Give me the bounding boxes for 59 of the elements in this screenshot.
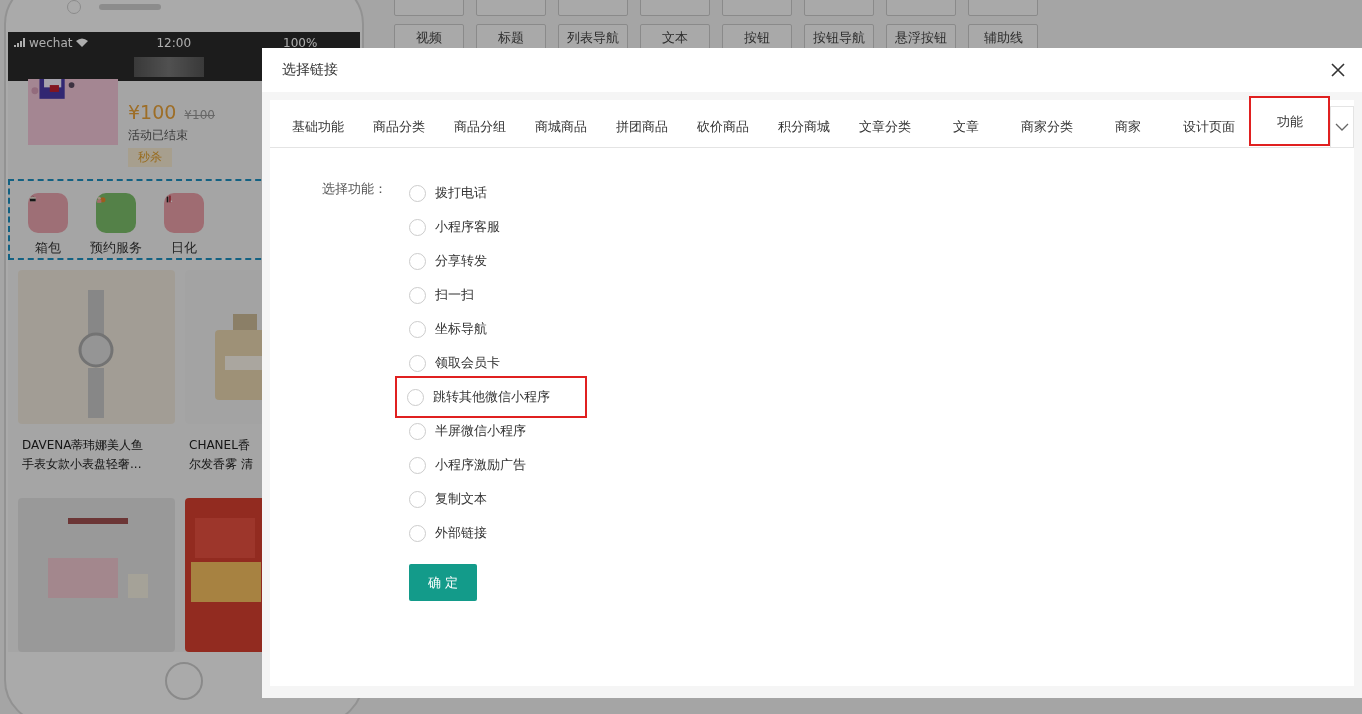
more-tabs-button[interactable] — [1330, 106, 1354, 147]
radio-button[interactable] — [409, 286, 426, 304]
caret-icon — [1335, 123, 1349, 131]
radio-button[interactable] — [409, 490, 426, 508]
tab[interactable]: 设计页面 — [1168, 106, 1249, 147]
flash-sale-tag: 秒杀 — [128, 147, 172, 167]
product-title: DAVENA蒂玮娜美人鱼 — [22, 437, 145, 454]
tab[interactable]: 拼团商品 — [601, 106, 682, 147]
nav-label[interactable]: 日化 — [171, 238, 197, 257]
clock-label: 12:00 — [156, 35, 192, 50]
radio-option[interactable]: 复制文本 — [409, 482, 585, 516]
radio-button[interactable] — [407, 388, 424, 406]
radio-button[interactable] — [409, 184, 426, 202]
radio-button[interactable] — [409, 252, 426, 270]
nav-label[interactable]: 预约服务 — [90, 238, 142, 257]
close-icon[interactable] — [1330, 62, 1346, 78]
radio-option[interactable]: 分享转发 — [409, 244, 585, 278]
battery-label: 100% — [283, 35, 318, 50]
tab[interactable]: 商品分类 — [358, 106, 439, 147]
radio-option[interactable]: 小程序激励广告 — [409, 448, 585, 482]
tab[interactable]: 商品分组 — [439, 106, 520, 147]
radio-option[interactable]: 小程序客服 — [409, 210, 585, 244]
tab[interactable]: 文章 — [925, 106, 1006, 147]
wifi-icon — [76, 38, 89, 48]
radio-option[interactable]: 外部链接 — [409, 516, 585, 550]
speaker-icon — [99, 4, 161, 10]
home-button[interactable] — [165, 662, 203, 700]
radio-option[interactable]: 拨打电话 — [409, 176, 585, 210]
radio-button[interactable] — [409, 456, 426, 474]
radio-option[interactable]: 扫一扫 — [409, 278, 585, 312]
radio-option[interactable]: 跳转其他微信小程序 — [397, 378, 585, 416]
product-title: CHANEL香 — [189, 437, 251, 454]
tab[interactable]: 商家 — [1087, 106, 1168, 147]
radio-option[interactable]: 领取会员卡 — [409, 346, 585, 380]
radio-option[interactable]: 坐标导航 — [409, 312, 585, 346]
product-title: 手表女款小表盘轻奢... — [22, 456, 143, 473]
tab[interactable]: 功能 — [1249, 96, 1330, 146]
original-price: ¥100 — [184, 107, 215, 122]
product-title: 尔发香雾 清 — [189, 456, 254, 473]
signal-icon — [14, 38, 26, 48]
activity-status: 活动已结束 — [128, 126, 189, 144]
radio-button[interactable] — [409, 354, 426, 372]
tab[interactable]: 积分商城 — [763, 106, 844, 147]
radio-button[interactable] — [409, 320, 426, 338]
tab[interactable]: 商家分类 — [1006, 106, 1087, 147]
tab[interactable]: 砍价商品 — [682, 106, 763, 147]
carrier-label: wechat — [29, 35, 73, 50]
radio-option[interactable]: 半屏微信小程序 — [409, 414, 585, 448]
tab[interactable]: 基础功能 — [277, 106, 358, 147]
nav-label[interactable]: 箱包 — [35, 238, 61, 257]
tab[interactable]: 文章分类 — [844, 106, 925, 147]
radio-button[interactable] — [409, 524, 426, 542]
radio-button[interactable] — [409, 218, 426, 236]
tab[interactable]: 商城商品 — [520, 106, 601, 147]
dialog-title: 选择链接 — [282, 61, 338, 79]
field-label: 选择功能： — [322, 180, 387, 198]
radio-button[interactable] — [409, 422, 426, 440]
blurred-title — [134, 57, 204, 78]
price: ¥100 — [128, 100, 177, 123]
